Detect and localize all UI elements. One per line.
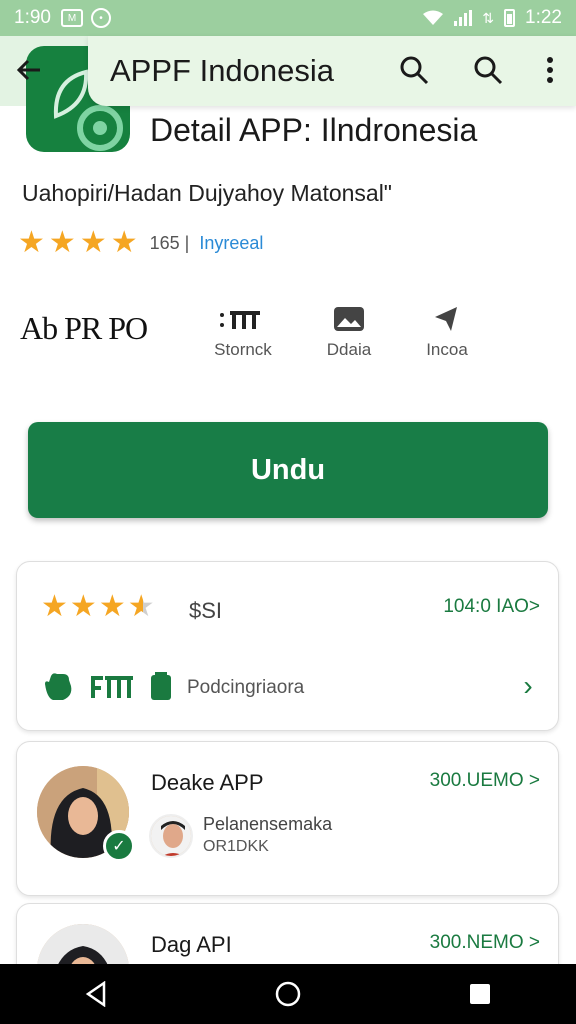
back-arrow-icon[interactable] [12, 50, 46, 90]
star-icon: ★ [48, 226, 76, 259]
meta-item-rating: Incoa [402, 304, 492, 360]
app-bar-title: APPF Indonesia [110, 53, 335, 88]
status-bar: 1:90 M • ⇅ 1:22 [0, 0, 576, 36]
reviews-link[interactable]: 104:0 IAO> [443, 596, 540, 618]
search-icon[interactable] [394, 50, 434, 90]
category-link[interactable]: Inyreeal [199, 233, 263, 254]
permissions-label: Podcingriaora [187, 677, 305, 698]
developer-name: Dag API [151, 932, 232, 957]
mini-avatar [149, 814, 193, 858]
install-button[interactable]: Undu [28, 422, 548, 518]
meta-item-size: Stornck [198, 304, 288, 360]
developer-subtitle: Pelanensemaka [203, 814, 333, 834]
home-nav-icon[interactable] [258, 964, 318, 1024]
recents-nav-icon[interactable] [450, 964, 510, 1024]
signal-icon [454, 10, 473, 26]
signal-bars-icon [198, 304, 288, 334]
battery-icon [504, 9, 516, 27]
developer-name: Deake APP [151, 770, 264, 795]
star-icon: ★ [18, 226, 45, 259]
data-icon: ⇅ [482, 9, 495, 26]
star-icon: ★ [69, 590, 97, 623]
arrow-icon [402, 304, 492, 334]
signal-bars-icon [91, 676, 133, 698]
meta-item-label: Stornck [214, 340, 272, 359]
more-vert-icon[interactable] [530, 50, 570, 90]
meta-item-label: Incoa [426, 340, 468, 359]
star-half-icon: ★ [127, 590, 155, 623]
back-nav-icon[interactable] [66, 964, 126, 1024]
search-icon-secondary[interactable] [468, 50, 508, 90]
permission-icons [41, 670, 173, 702]
developer-code: OR1DKK [203, 838, 269, 855]
app-description: Uahopiri/Hadan Dujyahoy Matonsal" [22, 180, 392, 206]
notification-icon: M [60, 9, 83, 27]
status-time: 1:90 [14, 7, 51, 28]
hand-icon [45, 673, 72, 700]
notification-icons: M • [60, 8, 111, 28]
rating-row: ★ ★ ★ ★ 165 | Inyreeal [18, 228, 263, 258]
price-label: $SI [189, 598, 223, 623]
developer-price[interactable]: 300.NEMO > [430, 932, 540, 954]
star-icon: ★ [98, 590, 126, 623]
star-icon: ★ [41, 590, 68, 623]
verified-badge-icon: ✓ [103, 830, 135, 862]
star-icon: ★ [110, 226, 138, 259]
chat-icon: • [90, 8, 111, 28]
developer-card[interactable]: ✓ Deake APP 300.UEMO > Pelanensemaka OR1… [16, 741, 559, 896]
rating-card[interactable]: ★ ★ ★ ★ $SI 104:0 IAO> Podcingriaora › [16, 561, 559, 731]
battery-icon [151, 672, 171, 700]
rating-count: 165 | [149, 232, 190, 253]
detail-title: Detail APP: Ilndronesia [150, 112, 478, 148]
developer-brand: Ab PR PO [20, 310, 148, 346]
wifi-icon [423, 10, 444, 25]
meta-row: Ab PR PO Stornck Ddaia Incoa [20, 300, 560, 370]
rating-stars: ★ ★ ★ ★ [41, 592, 155, 622]
status-time-right: 1:22 [525, 7, 562, 28]
image-icon [304, 304, 394, 334]
star-icon: ★ [79, 226, 107, 259]
navigation-bar [0, 964, 576, 1024]
meta-item-data: Ddaia [304, 304, 394, 360]
meta-item-label: Ddaia [326, 340, 372, 359]
chevron-right-icon[interactable]: › [516, 672, 540, 700]
developer-price[interactable]: 300.UEMO > [430, 770, 540, 792]
